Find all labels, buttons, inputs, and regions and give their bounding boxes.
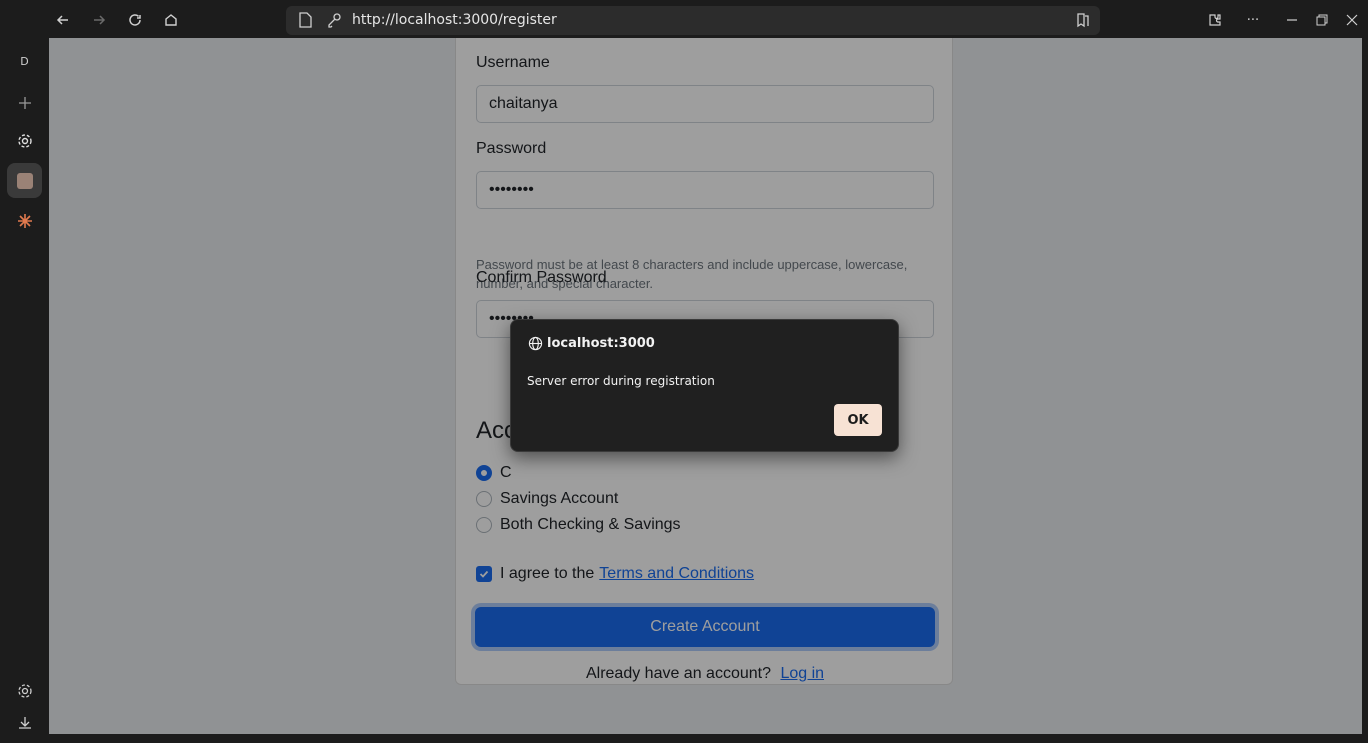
globe-icon <box>528 336 543 351</box>
ok-button[interactable]: OK <box>834 404 882 436</box>
close-icon[interactable] <box>1342 10 1362 30</box>
url-text: http://localhost:3000/register <box>352 12 557 28</box>
profile-avatar[interactable]: D <box>7 44 42 79</box>
more-menu-icon[interactable]: ··· <box>1243 10 1263 30</box>
address-bar[interactable]: http://localhost:3000/register <box>286 6 1100 35</box>
extensions-icon[interactable] <box>1205 10 1225 30</box>
forward-icon[interactable] <box>87 8 111 32</box>
sidebar-settings-icon[interactable] <box>7 673 42 708</box>
dialog-origin: localhost:3000 <box>547 336 655 351</box>
add-icon[interactable] <box>7 85 42 120</box>
back-icon[interactable] <box>51 8 75 32</box>
home-icon[interactable] <box>159 8 183 32</box>
browser-sidebar: D <box>0 40 49 743</box>
browser-toolbar: http://localhost:3000/register ··· <box>0 0 1368 40</box>
page-icon[interactable] <box>298 12 314 28</box>
reading-view-icon[interactable] <box>1075 12 1091 28</box>
alert-dialog: localhost:3000 Server error during regis… <box>510 319 899 452</box>
active-tab-icon[interactable] <box>7 163 42 198</box>
settings-gear-icon[interactable] <box>7 123 42 158</box>
minimize-icon[interactable] <box>1282 10 1302 30</box>
restore-icon[interactable] <box>1312 10 1332 30</box>
key-icon[interactable] <box>326 12 342 28</box>
download-icon[interactable] <box>7 705 42 740</box>
reload-icon[interactable] <box>123 8 147 32</box>
dialog-message: Server error during registration <box>527 374 715 388</box>
sparkle-app-icon[interactable] <box>7 203 42 238</box>
